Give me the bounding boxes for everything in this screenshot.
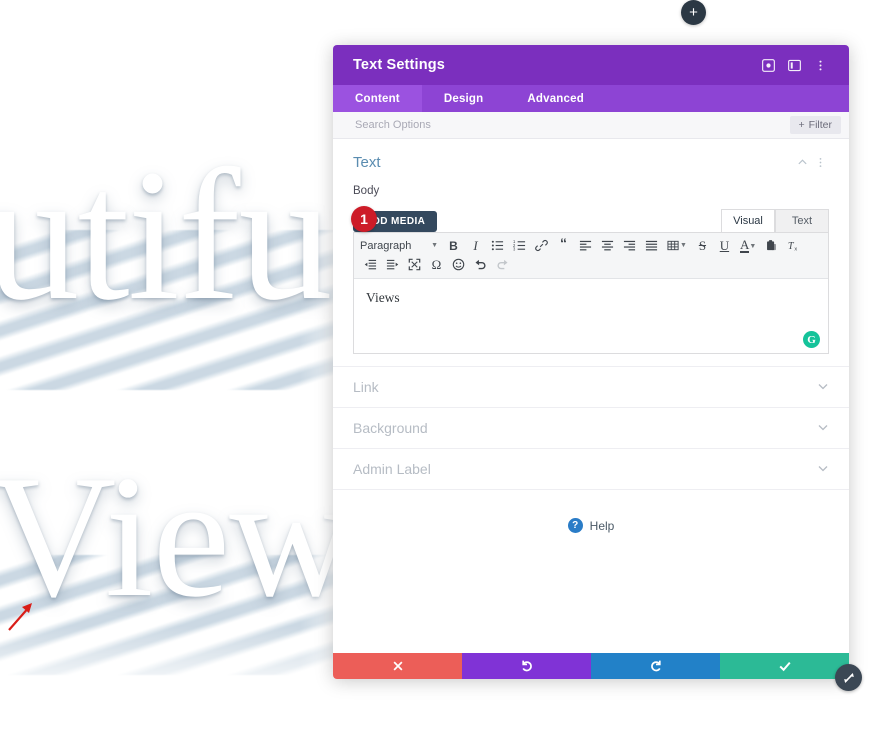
align-center-icon[interactable] [597, 236, 618, 255]
blockquote-icon[interactable]: “ [553, 234, 574, 258]
bulleted-list-icon[interactable] [487, 236, 508, 255]
tab-design[interactable]: Design [422, 85, 506, 112]
search-options-row: + Filter [333, 112, 849, 139]
redo-button[interactable] [591, 653, 720, 679]
chevron-down-icon [817, 462, 829, 477]
panel-layout-icon[interactable] [781, 52, 807, 78]
paste-as-text-icon[interactable] [761, 236, 782, 255]
undo-icon[interactable] [470, 255, 491, 274]
editor-content-area[interactable]: Views G [354, 279, 828, 353]
undo-button[interactable] [462, 653, 591, 679]
section-link-title: Link [353, 379, 379, 395]
focus-target-icon[interactable] [755, 52, 781, 78]
align-justify-icon[interactable] [641, 236, 662, 255]
body-field-label: Body [353, 185, 380, 197]
svg-text:3: 3 [513, 247, 516, 252]
italic-icon[interactable]: I [465, 236, 486, 255]
plus-icon: + [798, 119, 805, 131]
chevron-down-icon: ▼ [749, 241, 757, 250]
link-icon[interactable] [531, 236, 552, 255]
cancel-button[interactable] [333, 653, 462, 679]
paragraph-format-label: Paragraph [360, 239, 412, 252]
numbered-list-icon[interactable]: 1 2 3 [509, 236, 530, 255]
section-text: Text Body ADD MEDIA Visual Text Paragrap… [333, 139, 849, 367]
editor-toolbar-row-2: Ω [360, 255, 822, 274]
paragraph-format-select[interactable]: Paragraph ▼ [360, 236, 442, 255]
wysiwyg-editor: ADD MEDIA Visual Text Paragraph ▼ B I 1 … [351, 206, 829, 354]
strikethrough-icon[interactable]: S [692, 236, 713, 255]
more-options-icon[interactable] [807, 52, 833, 78]
text-color-icon[interactable]: A ▼ [736, 236, 760, 255]
modal-footer [333, 653, 849, 679]
modal-body: Text Body ADD MEDIA Visual Text Paragrap… [333, 139, 849, 653]
chevron-up-icon[interactable] [793, 153, 811, 171]
section-admin-label[interactable]: Admin Label [333, 449, 849, 490]
help-icon: ? [567, 518, 583, 533]
editor-text: Views [366, 290, 400, 305]
editor-tab-text[interactable]: Text [775, 209, 829, 232]
search-input[interactable] [353, 118, 790, 132]
editor-toolbar-row-1: Paragraph ▼ B I 1 2 3 “ ▼ S U A ▼ T x [360, 236, 822, 255]
modal-header: Text Settings [333, 45, 849, 85]
plus-icon: + [689, 4, 698, 21]
page-title: Text Settings [353, 57, 445, 73]
resize-handle[interactable] [835, 664, 862, 691]
align-left-icon[interactable] [575, 236, 596, 255]
text-settings-modal: Text Settings Content Design Advanced Se… [333, 45, 849, 679]
section-more-options-icon[interactable] [811, 153, 829, 171]
modal-tab-bar: Content Design Advanced [333, 85, 849, 112]
table-icon[interactable]: ▼ [663, 236, 691, 255]
save-button[interactable] [720, 653, 849, 679]
special-character-icon[interactable]: Ω [426, 255, 447, 274]
step-number-badge: 1 [351, 206, 377, 232]
hero-headline-top: autifu [0, 130, 333, 339]
fullscreen-icon[interactable] [404, 255, 425, 274]
svg-text:x: x [795, 247, 798, 252]
section-background-title: Background [353, 420, 428, 436]
section-admin-label-title: Admin Label [353, 461, 431, 477]
red-pointer-arrow [8, 603, 32, 631]
bold-icon[interactable]: B [443, 236, 464, 255]
clear-formatting-icon[interactable]: T x [783, 236, 804, 255]
add-section-button[interactable]: + [681, 0, 706, 25]
help-label: Help [589, 518, 615, 533]
screenshot-root: autifu View + Text Settings [0, 0, 880, 736]
section-link[interactable]: Link [333, 367, 849, 408]
editor-mode-tabs: Visual Text [721, 209, 829, 232]
outdent-icon[interactable] [360, 255, 381, 274]
redo-icon[interactable] [492, 255, 513, 274]
underline-icon[interactable]: U [714, 236, 735, 255]
align-right-icon[interactable] [619, 236, 640, 255]
editor-topbar: ADD MEDIA Visual Text [353, 206, 829, 232]
tab-advanced[interactable]: Advanced [505, 85, 606, 112]
section-text-header: Text [353, 153, 829, 171]
chevron-down-icon [817, 421, 829, 436]
help-link[interactable]: ? Help [333, 490, 849, 533]
editor-toolbar: Paragraph ▼ B I 1 2 3 “ ▼ S U A ▼ T x Ω [354, 233, 828, 279]
editor-box: Paragraph ▼ B I 1 2 3 “ ▼ S U A ▼ T x Ω … [353, 232, 829, 354]
chevron-down-icon [817, 380, 829, 395]
section-text-title: Text [353, 153, 381, 171]
filter-button-label: Filter [808, 119, 832, 131]
chevron-down-icon: ▼ [680, 242, 687, 249]
chevron-down-icon: ▼ [431, 242, 438, 249]
indent-icon[interactable] [382, 255, 403, 274]
emoji-icon[interactable] [448, 255, 469, 274]
tab-content[interactable]: Content [333, 85, 422, 112]
filter-button[interactable]: + Filter [789, 116, 841, 134]
editor-tab-visual[interactable]: Visual [721, 209, 775, 232]
grammarly-icon[interactable]: G [803, 331, 820, 348]
section-background[interactable]: Background [333, 408, 849, 449]
